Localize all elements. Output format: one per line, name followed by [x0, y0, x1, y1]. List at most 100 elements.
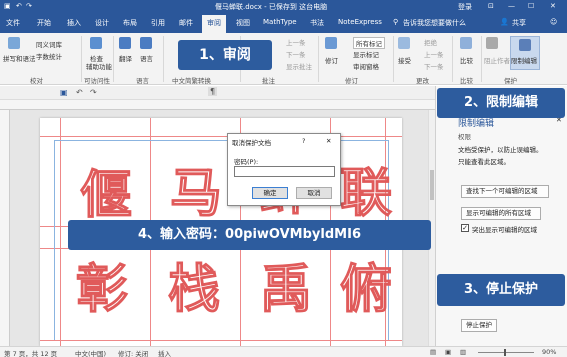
lightbulb-icon: ⚲ — [393, 18, 399, 26]
group-accessibility-label: 可访问性 — [84, 77, 110, 85]
share-button[interactable]: 共享 — [512, 18, 526, 28]
ribbon-tabs: 文件 开始 插入 设计 布局 引用 邮件 审阅 视图 MathType 书法 N… — [0, 14, 567, 33]
highlight-checkbox[interactable]: ✓ — [461, 224, 469, 232]
accept-icon — [398, 37, 410, 49]
tab-home[interactable]: 开始 — [37, 18, 51, 28]
calligraphy-char: 马 — [169, 163, 223, 224]
cancel-button[interactable]: 取消 — [296, 187, 332, 199]
zoom-level[interactable]: 90% — [542, 348, 556, 356]
quick-access-toolbar: ▣ ↶ ↷ ¶ — [0, 86, 435, 100]
separator — [81, 36, 82, 82]
show-all-regions-button[interactable]: 显示可编辑的所有区域 — [461, 207, 541, 220]
save-icon[interactable]: ▣ — [60, 88, 68, 97]
vertical-ruler — [0, 110, 10, 346]
highlight-regions-label: 突出显示可编辑的区域 — [472, 226, 537, 234]
smiley-icon[interactable]: ☺ — [550, 18, 557, 26]
callout-review: 1、审阅 — [178, 40, 272, 70]
tab-review[interactable]: 审阅 — [202, 15, 226, 33]
tab-mailings[interactable]: 邮件 — [179, 18, 193, 28]
tab-design[interactable]: 设计 — [95, 18, 109, 28]
undo-icon[interactable]: ↶ — [16, 2, 22, 10]
redo-icon[interactable]: ↷ — [90, 88, 97, 97]
restrict-editing-button[interactable]: 限制编辑 — [511, 55, 537, 65]
tab-references[interactable]: 引用 — [151, 18, 165, 28]
translate-button[interactable]: 翻译 — [119, 53, 132, 63]
tab-file[interactable]: 文件 — [6, 18, 20, 28]
tab-layout[interactable]: 布局 — [123, 18, 137, 28]
tab-mathtype[interactable]: MathType — [263, 18, 297, 26]
undo-icon[interactable]: ↶ — [76, 88, 83, 97]
password-input[interactable] — [234, 166, 335, 177]
window-title: 偃马蝉联.docx - 已保存到 这台电脑 — [215, 3, 328, 11]
page-count[interactable]: 第 7 页，共 12 页 — [4, 348, 57, 357]
track-changes-button[interactable]: 修订 — [325, 55, 338, 65]
zoom-slider-thumb[interactable] — [504, 349, 506, 356]
ribbon-options-icon[interactable]: ⊡ — [488, 2, 494, 10]
track-changes-status[interactable]: 修订: 关闭 — [118, 348, 148, 357]
status-bar: 第 7 页，共 12 页 中文(中国) 修订: 关闭 插入 ▤ ▣ ▥ 90% — [0, 346, 567, 357]
callout-enter-password: 4、输入密码：00piwOVMbyldMI6 — [68, 220, 431, 250]
language-button[interactable]: 语言 — [140, 53, 153, 63]
share-icon: 👤 — [500, 18, 509, 26]
insert-mode-status[interactable]: 插入 — [158, 348, 171, 357]
find-next-region-button[interactable]: 查找下一个可编辑的区域 — [461, 185, 549, 198]
login-link[interactable]: 登录 — [458, 2, 472, 12]
accessibility-icon — [90, 37, 102, 49]
calligraphy-char: 彰 — [75, 259, 129, 320]
restrict-editing-pane: 限制编辑 ✕ 权限 文档受保护，以防止误编辑。 只能查看此区域。 查找下一个可编… — [435, 86, 567, 346]
prev-change-button[interactable]: 上一条 — [424, 49, 444, 59]
reviewing-pane-button[interactable]: 审阅窗格 — [353, 61, 379, 71]
language-icon — [140, 37, 152, 49]
show-markup-button[interactable]: 显示标记 — [353, 49, 379, 59]
zoom-slider[interactable] — [478, 352, 534, 353]
print-layout-icon[interactable]: ▣ — [445, 348, 451, 356]
block-authors-button[interactable]: 阻止作者 — [484, 55, 510, 65]
reject-button[interactable]: 拒绝 — [424, 37, 437, 47]
read-mode-icon[interactable]: ▤ — [430, 348, 436, 356]
group-proofing-label: 校对 — [30, 77, 43, 85]
save-icon[interactable]: ▣ — [4, 2, 11, 10]
show-comments-button[interactable]: 显示批注 — [286, 61, 312, 71]
wordcount-button[interactable]: 字数统计 — [36, 51, 62, 61]
scrollbar-thumb[interactable] — [430, 170, 434, 200]
pane-description-2: 只能查看此区域。 — [458, 158, 510, 166]
web-layout-icon[interactable]: ▥ — [460, 348, 466, 356]
tab-view[interactable]: 视图 — [236, 18, 250, 28]
spelling-button[interactable]: 拼写和语法 — [3, 53, 36, 63]
separator — [452, 36, 453, 82]
group-chinese-label: 中文简繁转换 — [172, 77, 211, 85]
group-protect-label: 保护 — [504, 77, 517, 85]
calligraphy-char: 联 — [339, 163, 393, 224]
format-painter-icon[interactable]: ¶ — [208, 87, 218, 96]
ok-button[interactable]: 确定 — [252, 187, 288, 199]
permissions-heading: 权限 — [458, 133, 471, 141]
grid-line — [40, 136, 402, 137]
maximize-icon[interactable]: ☐ — [528, 2, 534, 10]
compare-button[interactable]: 比较 — [460, 55, 473, 65]
help-icon[interactable]: ? — [302, 137, 305, 145]
next-change-button[interactable]: 下一条 — [424, 61, 444, 71]
close-icon[interactable]: ✕ — [550, 2, 556, 10]
tell-me-box[interactable]: 告诉我您想要做什么 — [403, 18, 466, 28]
minimize-icon[interactable]: — — [508, 2, 515, 10]
tab-calligraphy[interactable]: 书法 — [310, 18, 324, 28]
separator — [318, 36, 319, 82]
tab-noteexpress[interactable]: NoteExpress — [338, 18, 382, 26]
check-accessibility-label: 辅助功能 — [86, 63, 112, 71]
accept-button[interactable]: 接受 — [398, 55, 411, 65]
ribbon: 拼写和语法 同义词库 字数统计 校对 检查 辅助功能 可访问性 翻译 语言 语言… — [0, 33, 567, 85]
callout-stop-protection: 3、停止保护 — [437, 274, 565, 306]
title-bar: ▣ ↶ ↷ 偃马蝉联.docx - 已保存到 这台电脑 登录 ⊡ — ☐ ✕ — [0, 0, 567, 14]
language-status[interactable]: 中文(中国) — [75, 348, 106, 357]
restrict-editing-icon — [519, 39, 531, 51]
tab-insert[interactable]: 插入 — [67, 18, 81, 28]
prev-comment-button[interactable]: 上一条 — [286, 37, 306, 47]
redo-icon[interactable]: ↷ — [26, 2, 32, 10]
thesaurus-button[interactable]: 同义词库 — [36, 39, 62, 49]
group-compare-label: 比较 — [460, 77, 473, 85]
next-comment-button[interactable]: 下一条 — [286, 49, 306, 59]
close-icon[interactable]: ✕ — [326, 137, 331, 145]
stop-protection-button[interactable]: 停止保护 — [461, 319, 497, 332]
markup-select[interactable]: 所有标记 — [353, 37, 385, 49]
group-tracking-label: 修订 — [345, 77, 358, 85]
